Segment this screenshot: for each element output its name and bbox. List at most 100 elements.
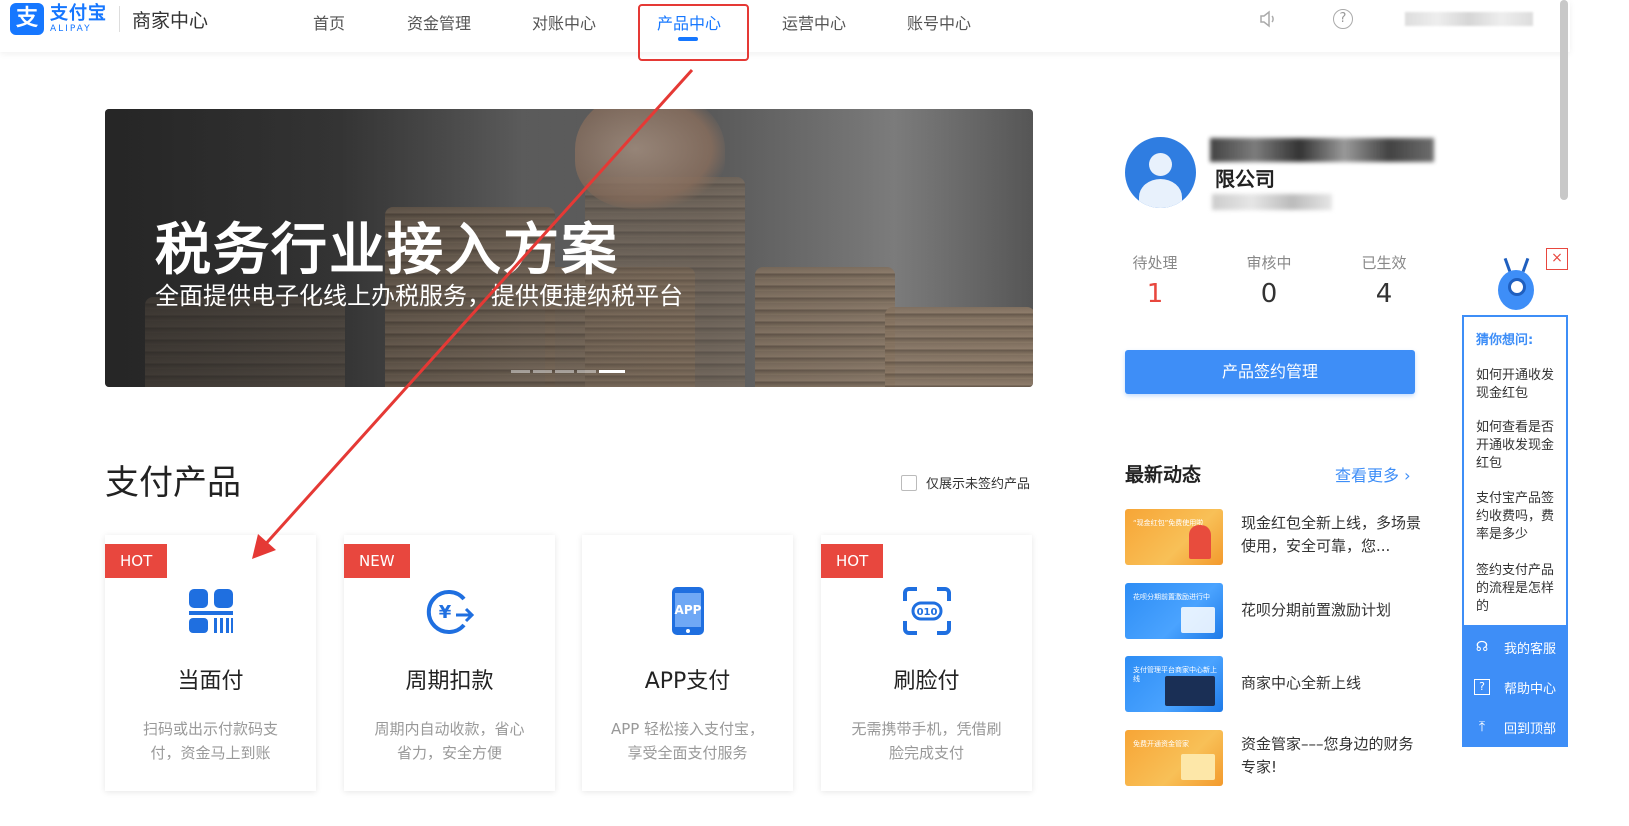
service-panel: ☊ 我的客服 ? 帮助中心 ⤒ 回到顶部 <box>1462 627 1568 747</box>
faq-link[interactable]: 如何查看是否开通收发现金红包 <box>1476 419 1562 473</box>
product-desc: 无需携带手机，凭借刷脸完成支付 <box>851 720 1002 762</box>
mascot-eye <box>1508 278 1526 296</box>
account-id-redacted <box>1212 194 1332 210</box>
logo-en: ALIPAY <box>50 23 92 34</box>
stat-pending[interactable]: 待处理 1 <box>1110 252 1200 309</box>
stat-value: 0 <box>1260 279 1278 309</box>
product-card-app-pay[interactable]: APP APP支付 APP 轻松接入支付宝，享受全面支付服务 <box>582 535 793 791</box>
news-item[interactable]: “现金红包”免费使用啦 现金红包全新上线，多场景使用，安全可靠，您... <box>1125 509 1425 565</box>
carousel-dot[interactable] <box>511 370 530 373</box>
unsigned-only-filter[interactable]: 仅展示未签约产品 <box>901 473 1030 492</box>
news-text: 资金管家–––您身边的财务专家! <box>1241 735 1414 776</box>
back-to-top-icon: ⤒ <box>1478 719 1486 735</box>
thumb-figure <box>1165 676 1215 706</box>
back-to-top-button[interactable]: ⤒ 回到顶部 <box>1462 707 1568 747</box>
page-scrollbar[interactable] <box>1560 0 1568 200</box>
nav-operations[interactable]: 运营中心 <box>782 10 846 34</box>
hot-badge: HOT <box>105 544 168 578</box>
product-card-zhouqikoukuan[interactable]: NEW ¥ 周期扣款 周期内自动收款，省心省力，安全方便 <box>344 535 555 791</box>
headset-icon: ☊ <box>1475 639 1489 655</box>
speaker-icon[interactable] <box>1258 9 1278 29</box>
service-label: 我的客服 <box>1504 642 1557 657</box>
stat-value: 4 <box>1375 279 1393 309</box>
stat-value: 1 <box>1146 279 1164 309</box>
product-card-face-pay[interactable]: HOT 010 刷脸付 无需携带手机，凭借刷脸完成支付 <box>821 535 1032 791</box>
stat-label: 待处理 <box>1132 254 1178 272</box>
alipay-logo[interactable]: 支 支付宝 ALIPAY 商家中心 <box>10 3 208 35</box>
carousel-dot[interactable] <box>533 370 552 373</box>
face-pay-icon: 010 <box>901 585 953 637</box>
user-account-redacted[interactable] <box>1405 12 1533 26</box>
stat-label: 审核中 <box>1246 254 1292 272</box>
thumb-figure <box>1181 754 1215 780</box>
thumb-caption: 花呗分期前置激励进行中 <box>1133 593 1210 601</box>
logo-text: 支付宝 ALIPAY <box>50 2 107 34</box>
stat-reviewing[interactable]: 审核中 0 <box>1224 252 1314 309</box>
product-desc: APP 轻松接入支付宝，享受全面支付服务 <box>610 720 765 762</box>
product-desc: 周期内自动收款，省心省力，安全方便 <box>374 720 525 762</box>
mascot-antenna <box>1521 257 1530 273</box>
product-title: APP支付 <box>644 669 731 694</box>
annotation-highlight-box <box>638 4 749 61</box>
product-title: 当面付 <box>177 669 244 694</box>
yuan-cycle-icon: ¥ <box>424 585 476 637</box>
news-thumbnail: 免费开通资金管家 <box>1125 730 1223 786</box>
product-card-dangmianfu[interactable]: HOT 当面付 扫码或出示付款码支付，资金马上到账 <box>105 535 316 791</box>
hero-banner[interactable]: 税务行业接入方案 全面提供电子化线上办税服务，提供便捷纳税平台 <box>105 109 1033 387</box>
merchant-avatar[interactable] <box>1125 137 1196 208</box>
faq-link[interactable]: 支付宝产品签约收费吗，费率是多少 <box>1476 490 1562 544</box>
alipay-logo-icon: 支 <box>10 3 44 35</box>
app-phone-icon: APP <box>662 585 714 637</box>
carousel-dot-active[interactable] <box>599 370 625 373</box>
stat-label: 已生效 <box>1361 254 1407 272</box>
carousel-dots <box>511 370 625 373</box>
mascot-icon[interactable] <box>1490 257 1542 316</box>
news-thumbnail: 花呗分期前置激励进行中 <box>1125 583 1223 639</box>
help-icon[interactable]: ? <box>1333 9 1353 29</box>
banner-subtitle: 全面提供电子化线上办税服务，提供便捷纳税平台 <box>155 282 683 310</box>
avatar-body <box>1139 179 1182 208</box>
close-icon[interactable]: × <box>1546 248 1568 270</box>
help-center-button[interactable]: ? 帮助中心 <box>1462 667 1568 707</box>
nav-funds[interactable]: 资金管理 <box>407 10 471 34</box>
news-text: 花呗分期前置激励计划 <box>1241 601 1392 619</box>
page: 支 支付宝 ALIPAY 商家中心 首页 资金管理 对账中心 产品中心 运营中心… <box>0 0 1629 826</box>
stat-effective[interactable]: 已生效 4 <box>1339 252 1429 309</box>
nav-reconciliation[interactable]: 对账中心 <box>532 10 596 34</box>
service-label: 帮助中心 <box>1504 682 1557 697</box>
company-name-suffix: 限公司 <box>1215 167 1275 191</box>
thumb-figure <box>1181 607 1215 633</box>
view-more-link[interactable]: 查看更多 › <box>1335 462 1411 486</box>
hot-badge: HOT <box>821 544 884 578</box>
news-text: 现金红包全新上线，多场景使用，安全可靠，您... <box>1241 514 1422 555</box>
news-item[interactable]: 支付管理平台商家中心新上线 商家中心全新上线 <box>1125 656 1425 712</box>
unsigned-only-label: 仅展示未签约产品 <box>926 477 1031 492</box>
news-title: 最新动态 <box>1125 464 1202 486</box>
news-item[interactable]: 免费开通资金管家 资金管家–––您身边的财务专家! <box>1125 730 1425 786</box>
merchant-center-title: 商家中心 <box>132 9 209 32</box>
nav-home[interactable]: 首页 <box>313 10 345 34</box>
faq-link[interactable]: 签约支付产品的流程是怎样的 <box>1476 562 1562 616</box>
carousel-dot[interactable] <box>577 370 596 373</box>
my-service-button[interactable]: ☊ 我的客服 <box>1462 627 1568 667</box>
svg-text:APP: APP <box>675 603 702 617</box>
product-desc: 扫码或出示付款码支付，资金马上到账 <box>142 720 278 762</box>
thumb-figure <box>1189 525 1211 559</box>
section-title: 支付产品 <box>105 463 241 503</box>
logo-cn: 支付宝 <box>50 2 107 24</box>
product-sign-management-button[interactable]: 产品签约管理 <box>1125 350 1415 394</box>
logo-divider <box>119 6 120 32</box>
news-text: 商家中心全新上线 <box>1241 674 1362 692</box>
nav-account[interactable]: 账号中心 <box>907 10 971 34</box>
guess-questions-panel: 猜你想问: 如何开通收发现金红包 如何查看是否开通收发现金红包 支付宝产品签约收… <box>1462 315 1568 627</box>
svg-text:010: 010 <box>917 607 938 618</box>
news-item[interactable]: 花呗分期前置激励进行中 花呗分期前置激励计划 <box>1125 583 1425 639</box>
qr-pay-icon <box>185 585 237 637</box>
product-title: 周期扣款 <box>405 669 494 694</box>
unsigned-only-checkbox[interactable] <box>901 474 917 491</box>
news-thumbnail: “现金红包”免费使用啦 <box>1125 509 1223 565</box>
faq-link[interactable]: 如何开通收发现金红包 <box>1476 367 1562 403</box>
service-label: 回到顶部 <box>1504 722 1557 737</box>
carousel-dot[interactable] <box>555 370 574 373</box>
help-chat-icon: ? <box>1474 679 1490 695</box>
